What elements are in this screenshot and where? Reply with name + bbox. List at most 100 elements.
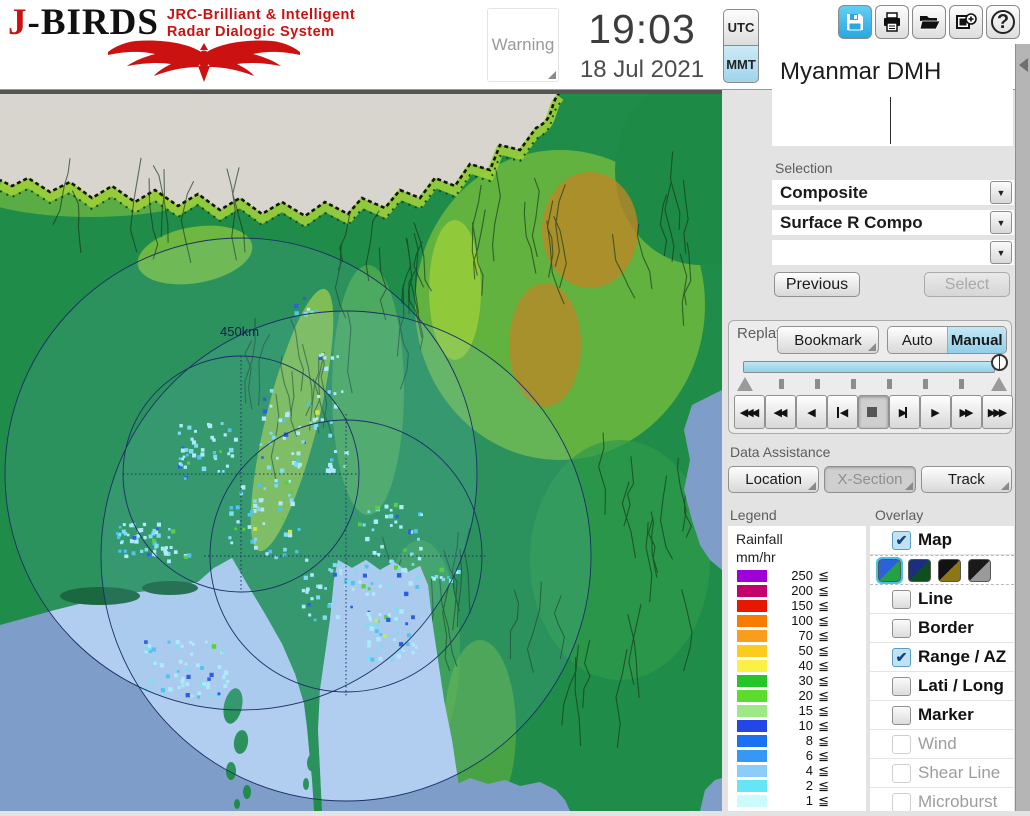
checkbox[interactable] bbox=[892, 676, 911, 696]
chevron-down-icon[interactable]: ▼ bbox=[990, 241, 1012, 264]
overlay-box: ✔ Map Line Border ✔ Range / AZ Lati / Long Mark… bbox=[870, 526, 1014, 811]
checkbox[interactable] bbox=[892, 618, 911, 638]
checkbox[interactable]: ✔ bbox=[892, 647, 911, 667]
location-button[interactable]: Location bbox=[728, 466, 820, 493]
data-assistance-buttons: Location X-Section Track bbox=[728, 466, 1012, 493]
control-panel: Myanmar DMH Selection Composite ▼ Surfac… bbox=[722, 50, 1015, 811]
dropdown-composite[interactable]: Composite ▼ bbox=[772, 180, 1014, 207]
legend-lte-symbol: ≦ bbox=[818, 567, 829, 583]
x-section-button[interactable]: X-Section bbox=[824, 466, 916, 493]
overlay-item-map[interactable]: ✔ Map bbox=[870, 526, 1014, 555]
overlay-item-label: Line bbox=[918, 589, 953, 608]
legend-lte-symbol: ≦ bbox=[818, 762, 829, 778]
legend-title: Rainfall bbox=[736, 531, 783, 547]
timeline-end-marker[interactable] bbox=[991, 377, 1007, 391]
selection-label: Selection bbox=[775, 160, 833, 176]
timeline-start-marker[interactable] bbox=[737, 377, 753, 391]
overlay-item-label: Border bbox=[918, 618, 974, 637]
print-button[interactable] bbox=[875, 5, 909, 39]
checkbox bbox=[892, 734, 911, 754]
mmt-button[interactable]: MMT bbox=[723, 46, 759, 83]
legend-value: 150 bbox=[791, 598, 813, 613]
chevron-down-icon[interactable]: ▼ bbox=[990, 211, 1012, 234]
dropdown-empty[interactable]: ▼ bbox=[772, 240, 1014, 267]
checkbox[interactable] bbox=[892, 705, 911, 725]
open-file-button[interactable] bbox=[912, 5, 946, 39]
checkbox[interactable]: ✔ bbox=[892, 530, 911, 550]
legend-row: 30 ≦ bbox=[736, 673, 858, 688]
legend-lte-symbol: ≦ bbox=[818, 717, 829, 733]
add-image-button[interactable] bbox=[949, 5, 983, 39]
legend-row: 4 ≦ bbox=[736, 763, 858, 778]
dropdown-product[interactable]: Surface R Compo ▼ bbox=[772, 210, 1014, 237]
legend-row: 70 ≦ bbox=[736, 628, 858, 643]
overlay-item-label: Shear Line bbox=[918, 763, 1001, 782]
question-icon: ? bbox=[991, 10, 1015, 34]
clock: 19:03 18 Jul 2021 bbox=[567, 6, 717, 84]
legend-row: 50 ≦ bbox=[736, 643, 858, 658]
logo-title: J-BIRDS bbox=[8, 2, 159, 43]
checkbox[interactable] bbox=[892, 589, 911, 609]
overlay-item-border[interactable]: Border bbox=[870, 614, 1014, 643]
legend-row: 2 ≦ bbox=[736, 778, 858, 793]
legend-label: Legend bbox=[730, 507, 777, 523]
timeline-tick bbox=[887, 379, 892, 389]
map-style-swatch-2[interactable] bbox=[908, 558, 931, 582]
save-button[interactable] bbox=[838, 5, 872, 39]
timeline-thumb[interactable] bbox=[991, 354, 1008, 371]
chevron-down-icon[interactable]: ▼ bbox=[990, 181, 1012, 204]
legend-box: Rainfall mm/hr 250 ≦ 200 ≦ 150 ≦ 100 ≦ 70 ≦ 50 ≦ 40 ≦… bbox=[728, 526, 866, 811]
rewind-fast-button[interactable]: ◀◀◀ bbox=[734, 395, 765, 429]
legend-row: 8 ≦ bbox=[736, 733, 858, 748]
step-back-button[interactable]: ◀ bbox=[827, 395, 858, 429]
warning-button[interactable]: Warning bbox=[487, 8, 559, 82]
checkbox bbox=[892, 763, 911, 783]
manual-button[interactable]: Manual bbox=[946, 327, 1006, 353]
rewind-button[interactable]: ◀◀ bbox=[765, 395, 796, 429]
bookmark-button[interactable]: Bookmark bbox=[777, 326, 879, 354]
replay-group: Replay Bookmark Auto Manual ◀◀◀ ◀◀ ◀ ◀ ▶ ▶ ▶▶ ▶… bbox=[728, 320, 1013, 434]
radar-map[interactable]: 450km bbox=[0, 75, 785, 816]
overlay-item-lati-long[interactable]: Lati / Long bbox=[870, 672, 1014, 701]
legend-row: 250 ≦ bbox=[736, 568, 858, 583]
legend-lte-symbol: ≦ bbox=[818, 777, 829, 793]
utc-button[interactable]: UTC bbox=[723, 9, 759, 46]
legend-swatch bbox=[737, 704, 767, 717]
legend-lte-symbol: ≦ bbox=[818, 657, 829, 673]
logo-subtitle: JRC-Brilliant & Intelligent Radar Dialog… bbox=[166, 7, 356, 40]
map-style-swatch-3[interactable] bbox=[938, 558, 961, 582]
overlay-item-label: Marker bbox=[918, 705, 974, 724]
help-button[interactable]: ? bbox=[986, 5, 1020, 39]
stop-button[interactable] bbox=[858, 395, 889, 429]
warning-label: Warning bbox=[491, 35, 555, 54]
legend-value: 50 bbox=[798, 643, 813, 658]
timeline-tick bbox=[779, 379, 784, 389]
play-button[interactable]: ▶ bbox=[920, 395, 951, 429]
overlay-item-line[interactable]: Line bbox=[870, 585, 1014, 614]
jbirds-logo: J-BIRDS JRC-Brilliant & Intelligent Rada… bbox=[8, 4, 408, 88]
timeline-track[interactable] bbox=[743, 361, 995, 373]
overlay-item-marker[interactable]: Marker bbox=[870, 701, 1014, 730]
step-forward-button[interactable]: ▶ bbox=[889, 395, 920, 429]
overlay-item-label: Wind bbox=[918, 734, 957, 753]
play-reverse-button[interactable]: ◀ bbox=[796, 395, 827, 429]
previous-button[interactable]: Previous bbox=[774, 272, 860, 297]
legend-lte-symbol: ≦ bbox=[818, 627, 829, 643]
auto-button[interactable]: Auto bbox=[888, 327, 947, 353]
clock-date: 18 Jul 2021 bbox=[579, 56, 705, 83]
legend-lte-symbol: ≦ bbox=[818, 642, 829, 658]
forward-button[interactable]: ▶▶ bbox=[951, 395, 982, 429]
panel-collapse-icon[interactable] bbox=[1019, 58, 1028, 72]
image-plus-icon bbox=[956, 13, 977, 29]
legend-lte-symbol: ≦ bbox=[818, 582, 829, 598]
clock-time: 19:03 bbox=[588, 6, 696, 52]
timeline-tick bbox=[815, 379, 820, 389]
map-style-swatch-1[interactable] bbox=[876, 556, 903, 584]
map-style-swatch-4[interactable] bbox=[968, 558, 991, 582]
resize-corner-icon bbox=[548, 71, 556, 79]
overlay-item-label: Microburst bbox=[918, 792, 998, 811]
track-button[interactable]: Track bbox=[920, 466, 1012, 493]
overlay-item-range-az[interactable]: ✔ Range / AZ bbox=[870, 643, 1014, 672]
forward-fast-button[interactable]: ▶▶▶ bbox=[982, 395, 1013, 429]
select-button[interactable]: Select bbox=[924, 272, 1010, 297]
